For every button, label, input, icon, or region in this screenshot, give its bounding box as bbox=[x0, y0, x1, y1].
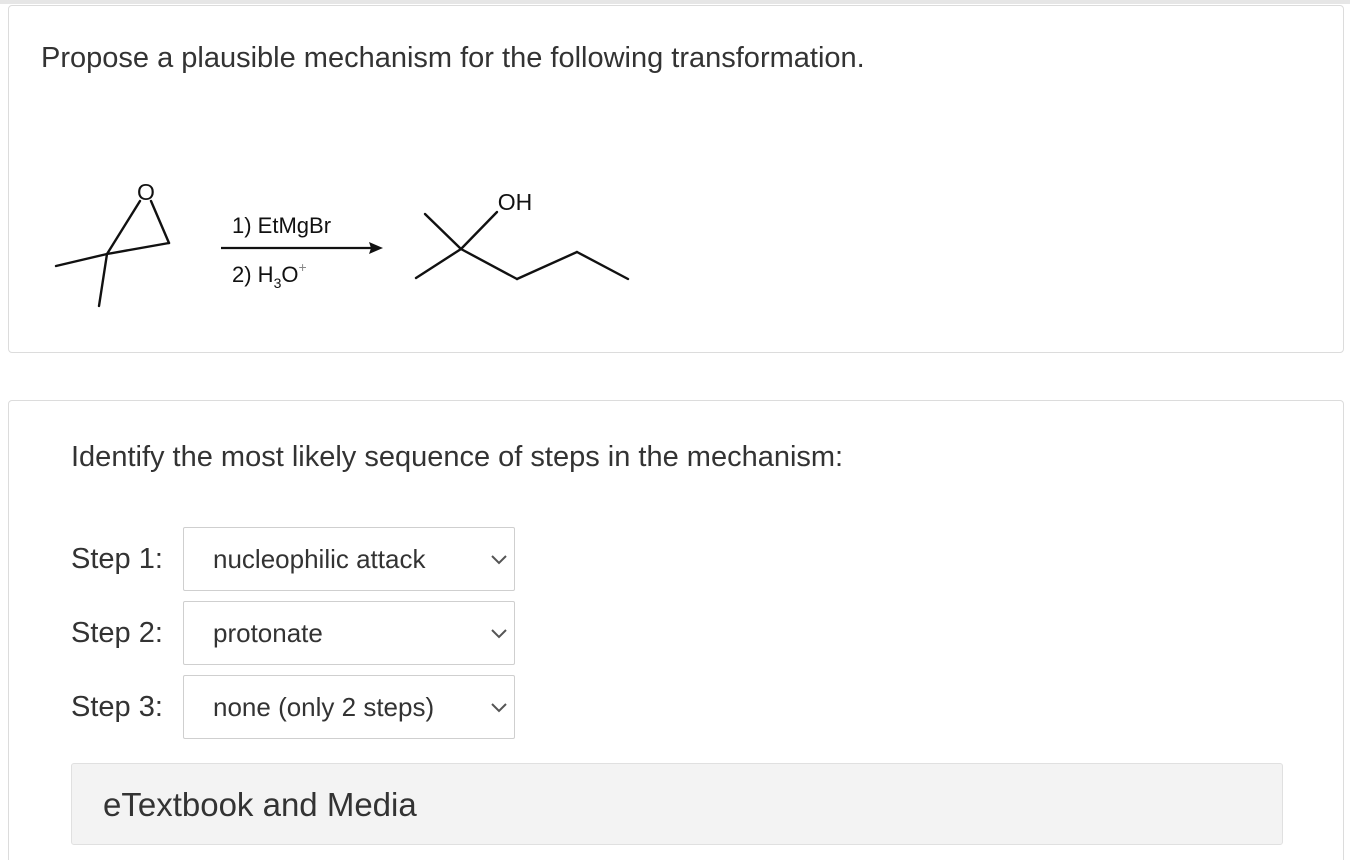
reagent-line-1: 1) EtMgBr bbox=[232, 213, 331, 238]
question-card: Propose a plausible mechanism for the fo… bbox=[8, 5, 1344, 353]
etextbook-and-media-panel[interactable]: eTextbook and Media bbox=[71, 763, 1283, 845]
step-2-select[interactable]: protonate bbox=[183, 601, 515, 665]
etextbook-label: eTextbook and Media bbox=[103, 786, 417, 823]
question-prompt: Propose a plausible mechanism for the fo… bbox=[41, 42, 865, 74]
step-3-select[interactable]: none (only 2 steps) bbox=[183, 675, 515, 739]
step-1-selected-value: nucleophilic attack bbox=[213, 543, 426, 574]
reaction-arrow bbox=[221, 242, 383, 254]
chevron-down-icon bbox=[491, 629, 507, 639]
reactant-oxygen-label: O bbox=[137, 179, 155, 205]
chevron-down-icon bbox=[491, 703, 507, 713]
top-divider bbox=[0, 0, 1350, 4]
chevron-down-icon bbox=[491, 555, 507, 565]
step-label: Step 1: bbox=[71, 542, 163, 575]
answer-card: Identify the most likely sequence of ste… bbox=[8, 400, 1344, 860]
product-hydroxyl-label: OH bbox=[498, 189, 533, 215]
reagent-line-2: 2) H3O+ bbox=[232, 259, 307, 291]
step-label: Step 2: bbox=[71, 616, 163, 649]
reaction-scheme: O 1) EtMgBr 2) H3O+ OH bbox=[54, 179, 630, 308]
product-structure bbox=[414, 210, 630, 281]
step-2-selected-value: protonate bbox=[213, 617, 323, 648]
page: Propose a plausible mechanism for the fo… bbox=[0, 0, 1350, 860]
step-row-3: Step 3: none (only 2 steps) bbox=[71, 675, 515, 739]
step-row-1: Step 1: nucleophilic attack bbox=[71, 527, 515, 591]
instruction-text: Identify the most likely sequence of ste… bbox=[71, 441, 844, 473]
step-1-select[interactable]: nucleophilic attack bbox=[183, 527, 515, 591]
step-3-selected-value: none (only 2 steps) bbox=[213, 691, 435, 722]
step-row-2: Step 2: protonate bbox=[71, 601, 515, 665]
step-label: Step 3: bbox=[71, 690, 163, 723]
reactant-structure bbox=[54, 199, 171, 308]
